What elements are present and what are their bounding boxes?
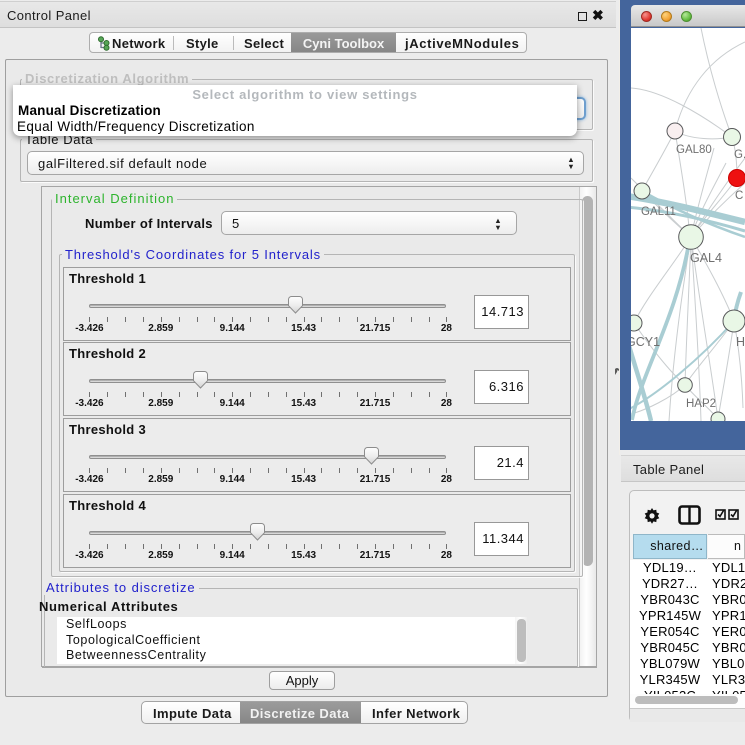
svg-text:GCY1: GCY1	[631, 335, 660, 349]
svg-text:GAL80: GAL80	[676, 144, 712, 156]
svg-text:HAP2: HAP2	[686, 398, 716, 410]
svg-text:H: H	[736, 335, 745, 349]
svg-text:GAL4: GAL4	[690, 251, 722, 265]
svg-text:G.: G.	[734, 149, 745, 161]
svg-text:C: C	[735, 190, 743, 202]
svg-text:GAL11: GAL11	[641, 206, 676, 218]
